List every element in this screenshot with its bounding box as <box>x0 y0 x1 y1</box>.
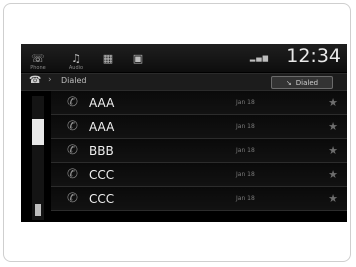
phone-icon: ☎ <box>29 75 42 86</box>
signal-icon: ▂▄▆ <box>249 54 269 62</box>
dialed-filter-button[interactable]: ↘ Dialed <box>271 76 333 89</box>
star-icon[interactable]: ★ <box>328 120 338 133</box>
call-date: Jan 18 <box>236 195 255 202</box>
call-row[interactable]: ✆ AAA Jan 18 ★ <box>51 91 347 115</box>
audio-icon: ♫ <box>71 51 81 65</box>
scrollbar-track[interactable] <box>32 96 44 220</box>
star-icon[interactable]: ★ <box>328 168 338 181</box>
status-bar: ☏ Phone ♫ Audio ▦ ▣ ▂▄▆ 12:34 <box>21 44 347 72</box>
audio-app-button[interactable]: ♫ Audio <box>65 47 87 72</box>
scrollbar-thumb[interactable] <box>32 119 44 145</box>
grid-icon: ▦ <box>102 51 114 65</box>
chevron-right-icon[interactable]: › <box>48 75 52 85</box>
page-title: Dialed <box>61 76 87 85</box>
contact-name: CCC <box>89 168 115 182</box>
grid-icon: ▣ <box>132 51 144 65</box>
phone-caption: Phone <box>30 65 46 71</box>
outgoing-call-icon: ✆ <box>67 119 78 134</box>
menu-button-2[interactable]: ▣ <box>127 47 149 69</box>
phone-app-button[interactable]: ☏ Phone <box>27 47 49 72</box>
star-icon[interactable]: ★ <box>328 144 338 157</box>
contact-name: AAA <box>89 120 115 134</box>
call-date: Jan 18 <box>236 123 255 130</box>
star-icon[interactable]: ★ <box>328 192 338 205</box>
call-date: Jan 18 <box>236 171 255 178</box>
call-icon: ↘ <box>285 78 292 87</box>
contact-name: BBB <box>89 144 114 158</box>
dialed-filter-label: Dialed <box>295 78 319 87</box>
list-header: ☎ › Dialed ↘ Dialed <box>21 73 347 91</box>
clock: 12:34 <box>286 45 341 67</box>
call-row[interactable]: ✆ AAA Jan 18 ★ <box>51 115 347 139</box>
menu-button-1[interactable]: ▦ <box>97 47 119 69</box>
outgoing-call-icon: ✆ <box>67 191 78 206</box>
call-row[interactable]: ✆ CCC Jan 18 ★ <box>51 163 347 187</box>
outgoing-call-icon: ✆ <box>67 167 78 182</box>
contact-name: AAA <box>89 96 115 110</box>
audio-caption: Audio <box>68 65 84 71</box>
call-row[interactable]: ✆ CCC Jan 18 ★ <box>51 187 347 211</box>
device-frame: ☏ Phone ♫ Audio ▦ ▣ ▂▄▆ 12:34 ☎ › Dialed… <box>3 3 351 262</box>
call-history-list: ✆ AAA Jan 18 ★ ✆ AAA Jan 18 ★ ✆ BBB Jan … <box>51 91 347 211</box>
contact-name: CCC <box>89 192 115 206</box>
outgoing-call-icon: ✆ <box>67 95 78 110</box>
phone-screen: ☏ Phone ♫ Audio ▦ ▣ ▂▄▆ 12:34 ☎ › Dialed… <box>21 44 347 222</box>
phone-icon: ☏ <box>31 51 45 65</box>
scroll-end-indicator <box>35 204 41 216</box>
star-icon[interactable]: ★ <box>328 96 338 109</box>
call-date: Jan 18 <box>236 147 255 154</box>
call-date: Jan 18 <box>236 99 255 106</box>
call-row[interactable]: ✆ BBB Jan 18 ★ <box>51 139 347 163</box>
outgoing-call-icon: ✆ <box>67 143 78 158</box>
